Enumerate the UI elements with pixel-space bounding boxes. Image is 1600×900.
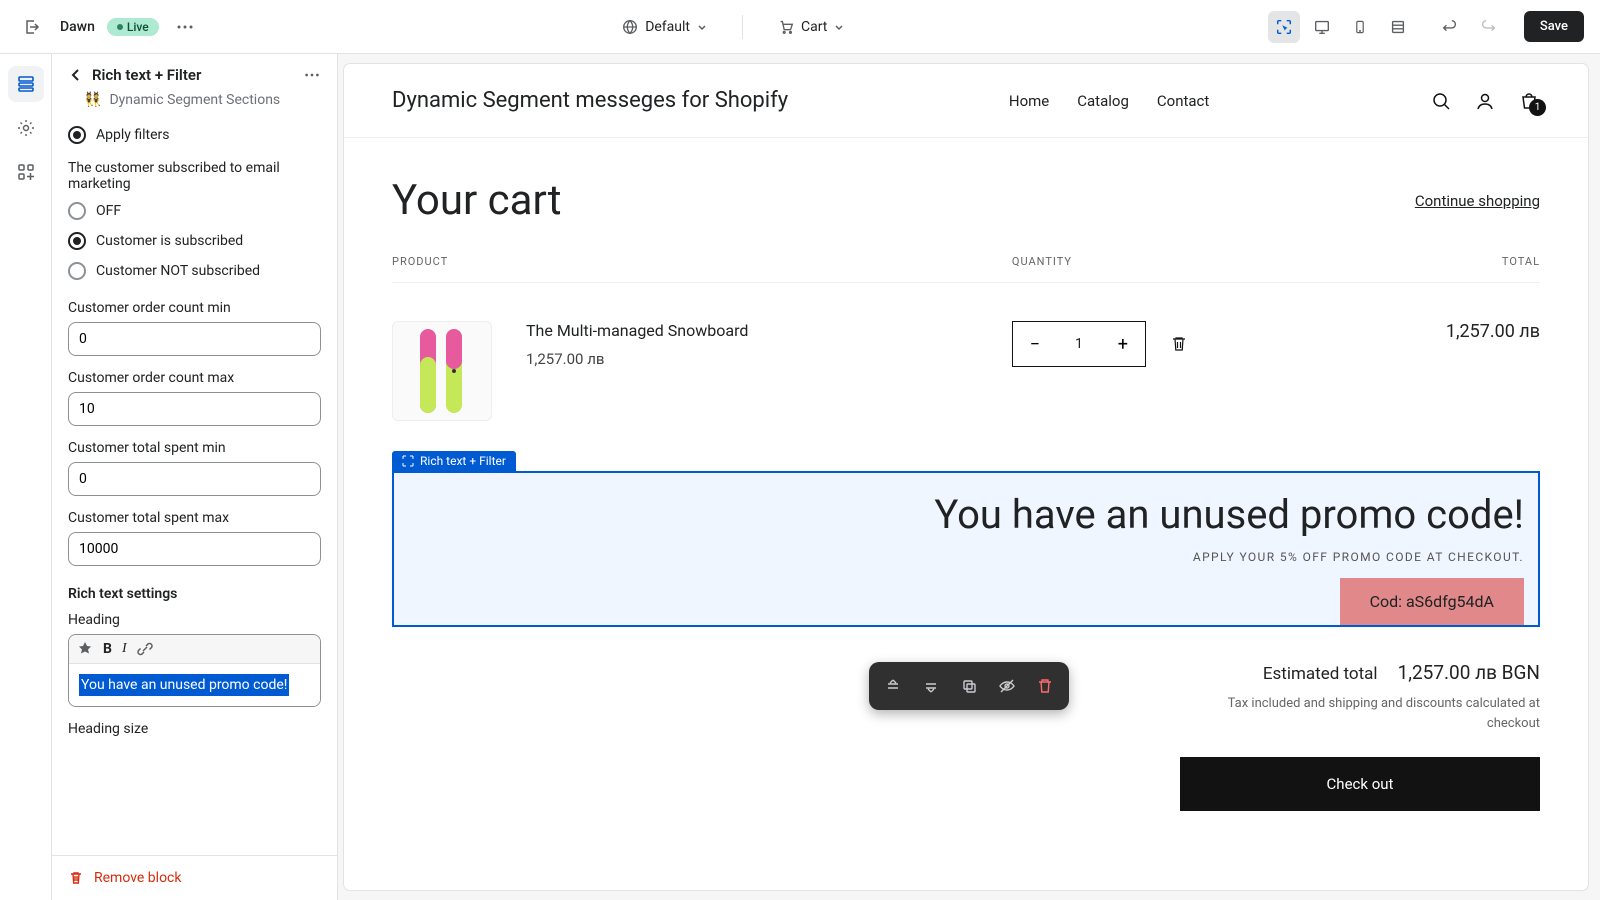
left-rail — [0, 54, 52, 900]
context-selector[interactable]: Default — [611, 12, 718, 42]
move-down-button[interactable] — [915, 670, 947, 702]
exit-button[interactable] — [16, 11, 48, 43]
qty-value: 1 — [1057, 336, 1101, 352]
preview-page-selector[interactable]: Cart — [767, 12, 855, 42]
more-menu-button[interactable] — [171, 13, 199, 41]
promo-heading: You have an unused promo code! — [408, 491, 1524, 538]
store-nav: Home Catalog Contact — [1009, 92, 1209, 110]
email-not-subscribed-radio[interactable]: Customer NOT subscribed — [68, 256, 321, 286]
remove-block-button[interactable]: Remove block — [52, 855, 337, 900]
email-subscribed-radio[interactable]: Customer is subscribed — [68, 226, 321, 256]
spent-max-input[interactable] — [68, 532, 321, 566]
remove-line-button[interactable] — [1170, 335, 1188, 353]
globe-icon — [621, 18, 639, 36]
rte-section-heading: Rich text settings — [68, 586, 321, 602]
rte-content[interactable]: You have an unused promo code! — [69, 664, 320, 706]
app-name-row: 👯 Dynamic Segment Sections — [52, 92, 337, 120]
sidebar-more-button[interactable] — [303, 66, 321, 84]
preview-frame: Dynamic Segment messeges for Shopify Hom… — [344, 64, 1588, 890]
chevron-down-icon — [833, 21, 845, 33]
chevron-down-icon — [696, 21, 708, 33]
duplicate-button[interactable] — [953, 670, 985, 702]
topbar: Dawn Live Default Cart — [0, 0, 1600, 54]
store-header: Dynamic Segment messeges for Shopify Hom… — [344, 64, 1588, 138]
continue-shopping-link[interactable]: Continue shopping — [1415, 192, 1540, 210]
trash-icon — [68, 870, 84, 886]
nav-contact[interactable]: Contact — [1157, 92, 1209, 110]
cart-line-item: The Multi-managed Snowboard 1,257.00 лв … — [392, 283, 1540, 471]
heading-rte[interactable]: B I You have an unused promo code! — [68, 634, 321, 707]
store-name: Dynamic Segment messeges for Shopify — [392, 88, 788, 113]
col-product-header: PRODUCT — [392, 255, 1012, 268]
product-image — [392, 321, 492, 421]
rte-toolbar: B I — [69, 635, 320, 664]
email-off-radio[interactable]: OFF — [68, 196, 321, 226]
spent-max-label: Customer total spent max — [68, 510, 321, 526]
rte-link-icon[interactable] — [137, 641, 153, 657]
qty-decrease-button[interactable]: − — [1013, 322, 1057, 366]
checkout-button[interactable]: Check out — [1180, 757, 1540, 811]
cart-icon-button[interactable]: 1 — [1518, 90, 1540, 112]
promo-subheading: APPLY YOUR 5% OFF PROMO CODE AT CHECKOUT… — [408, 550, 1524, 564]
nav-home[interactable]: Home — [1009, 92, 1049, 110]
rte-italic-icon[interactable]: I — [122, 641, 127, 657]
order-min-label: Customer order count min — [68, 300, 321, 316]
estimated-total-value: 1,257.00 лв BGN — [1398, 661, 1540, 684]
inspector-button[interactable] — [1268, 11, 1300, 43]
delete-button[interactable] — [1029, 670, 1061, 702]
viewport-fullscreen-button[interactable] — [1382, 11, 1414, 43]
heading-size-label: Heading size — [68, 721, 321, 737]
order-min-input[interactable] — [68, 322, 321, 356]
spent-min-input[interactable] — [68, 462, 321, 496]
account-icon[interactable] — [1474, 90, 1496, 112]
quantity-stepper: − 1 + — [1012, 321, 1146, 367]
col-qty-header: QUANTITY — [1012, 255, 1288, 268]
tax-note: Tax included and shipping and discounts … — [1180, 694, 1540, 733]
heading-field-label: Heading — [68, 612, 321, 628]
back-button[interactable] — [68, 67, 84, 83]
rte-bold-icon[interactable]: B — [103, 641, 112, 657]
estimated-total-label: Estimated total — [1263, 664, 1378, 684]
sidebar-title: Rich text + Filter — [92, 66, 201, 84]
live-badge: Live — [107, 18, 159, 36]
sidebar: Rich text + Filter 👯 Dynamic Segment Sec… — [52, 54, 338, 900]
search-icon[interactable] — [1430, 90, 1452, 112]
sections-tab[interactable] — [8, 66, 44, 102]
theme-settings-tab[interactable] — [8, 110, 44, 146]
email-group-label: The customer subscribed to email marketi… — [68, 160, 321, 192]
viewport-mobile-button[interactable] — [1344, 11, 1376, 43]
theme-name: Dawn — [60, 19, 95, 35]
line-total: 1,257.00 лв — [1287, 321, 1540, 342]
qty-increase-button[interactable]: + — [1101, 322, 1145, 366]
col-total-header: TOTAL — [1287, 255, 1540, 268]
spent-min-label: Customer total spent min — [68, 440, 321, 456]
order-max-label: Customer order count max — [68, 370, 321, 386]
redo-button[interactable] — [1472, 11, 1504, 43]
promo-section[interactable]: Rich text + Filter You have an unused pr… — [392, 471, 1540, 627]
nav-catalog[interactable]: Catalog — [1077, 92, 1129, 110]
section-tag: Rich text + Filter — [392, 451, 516, 471]
promo-code-box: Cod: aS6dfg54dA — [1340, 578, 1524, 625]
move-up-button[interactable] — [877, 670, 909, 702]
undo-button[interactable] — [1434, 11, 1466, 43]
cart-title: Your cart — [392, 176, 561, 225]
app-icon: 👯 — [84, 92, 101, 108]
cart-icon — [777, 18, 795, 36]
hide-button[interactable] — [991, 670, 1023, 702]
cart-count-badge: 1 — [1529, 99, 1546, 116]
order-max-input[interactable] — [68, 392, 321, 426]
viewport-desktop-button[interactable] — [1306, 11, 1338, 43]
product-price: 1,257.00 лв — [526, 350, 1012, 368]
save-button[interactable]: Save — [1524, 11, 1584, 42]
app-embeds-tab[interactable] — [8, 154, 44, 190]
rte-format-icon[interactable] — [77, 641, 93, 657]
section-action-bar — [869, 662, 1069, 710]
apply-filters-radio[interactable]: Apply filters — [68, 120, 321, 150]
product-name[interactable]: The Multi-managed Snowboard — [526, 321, 1012, 340]
